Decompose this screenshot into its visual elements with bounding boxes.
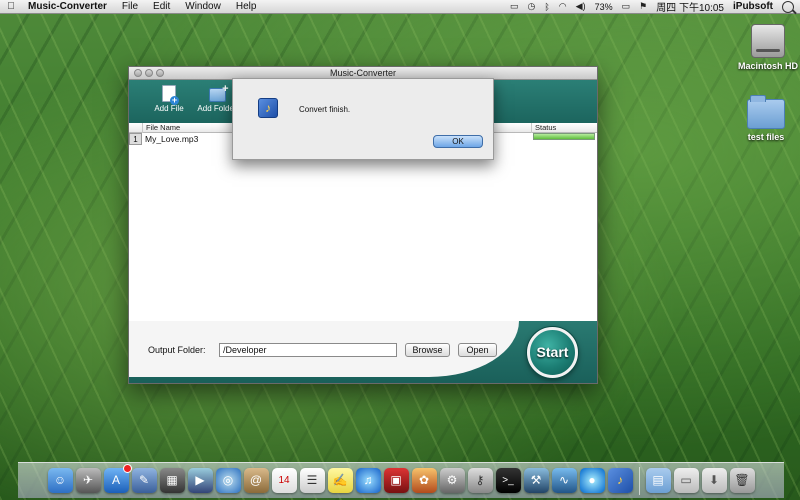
close-button[interactable] xyxy=(134,69,142,77)
add-file-button[interactable]: Add File xyxy=(149,85,189,113)
menu-bar:  Music-Converter File Edit Window Help … xyxy=(0,0,800,14)
add-folder-icon xyxy=(208,83,229,102)
itunes-icon[interactable]: ♫ xyxy=(355,468,381,493)
downloads-stack-icon[interactable]: ⬇ xyxy=(701,468,727,493)
apple-menu-icon[interactable]:  xyxy=(0,1,22,12)
browse-button[interactable]: Browse xyxy=(405,343,450,357)
dock: ☺ ✈ A ✎ ▦ ▶ ◎ @ 14 ☰ ✍ ♫ ▣ ✿ ⚙ ⚷ >_ ⚒ ∿ … xyxy=(18,462,784,498)
output-folder-input[interactable] xyxy=(219,343,397,357)
menu-user[interactable]: iPubsoft xyxy=(733,1,773,12)
add-folder-button[interactable]: Add Folder xyxy=(197,83,237,113)
menu-clock[interactable]: 周四 下午10:05 xyxy=(656,0,724,14)
bluetooth-icon[interactable]: ᛒ xyxy=(544,2,549,12)
reminders-icon[interactable]: ☰ xyxy=(299,468,325,493)
menu-file[interactable]: File xyxy=(116,1,147,12)
desktop-icon-macintosh-hd[interactable]: Macintosh HD xyxy=(733,24,800,71)
open-button[interactable]: Open xyxy=(458,343,497,357)
flag-icon[interactable]: ⚑ xyxy=(639,1,647,12)
display-icon[interactable]: ▭ xyxy=(510,1,519,12)
window-title: Music-Converter xyxy=(329,68,396,78)
activity-monitor-icon[interactable]: ∿ xyxy=(551,468,577,493)
output-panel: Output Folder: Browse Open xyxy=(129,321,519,377)
zoom-button[interactable] xyxy=(156,69,164,77)
hard-drive-icon xyxy=(751,24,785,58)
network-icon[interactable]: ● xyxy=(579,468,605,493)
desktop-icon-label: Macintosh HD xyxy=(737,61,798,71)
dashboard-icon[interactable]: ▦ xyxy=(159,468,185,493)
ok-button[interactable]: OK xyxy=(433,135,483,148)
spotlight-icon[interactable] xyxy=(782,0,794,13)
menu-help[interactable]: Help xyxy=(230,1,266,12)
contacts-icon[interactable]: @ xyxy=(243,468,269,493)
battery-percent[interactable]: 73% xyxy=(595,2,613,12)
system-preferences-icon[interactable]: ⚙ xyxy=(439,468,465,493)
alert-message: Convert finish. xyxy=(299,105,351,114)
notes-icon[interactable]: ✍ xyxy=(327,468,353,493)
output-folder-label: Output Folder: xyxy=(148,345,206,355)
row-file-name: My_Love.mp3 xyxy=(145,134,199,144)
add-folder-label: Add Folder xyxy=(197,104,237,113)
minimize-button[interactable] xyxy=(145,69,153,77)
volume-icon[interactable]: ◀) xyxy=(576,1,586,12)
music-converter-app-icon: ♪ xyxy=(258,98,278,118)
menu-window[interactable]: Window xyxy=(179,1,230,12)
time-machine-icon[interactable]: ◷ xyxy=(528,1,536,12)
finder-icon[interactable]: ☺ xyxy=(47,468,73,493)
photo-booth-icon[interactable]: ▣ xyxy=(383,468,409,493)
safari-icon[interactable]: ◎ xyxy=(215,468,241,493)
convert-finish-alert: ♪ Convert finish. OK xyxy=(232,78,494,160)
desktop-icon-label: test files xyxy=(747,132,785,142)
launchpad-icon[interactable]: ✈ xyxy=(75,468,101,493)
keychain-icon[interactable]: ⚷ xyxy=(467,468,493,493)
trash-icon[interactable]: 🗑 xyxy=(729,468,755,493)
app-store-badge xyxy=(122,464,132,473)
row-progress-fill xyxy=(534,134,594,139)
xcode-icon[interactable]: ⚒ xyxy=(523,468,549,493)
bottom-panel: Output Folder: Browse Open Start xyxy=(129,321,597,383)
add-file-icon xyxy=(162,85,179,105)
applications-folder-icon[interactable]: ▤ xyxy=(645,468,671,493)
folder-icon xyxy=(747,95,785,129)
start-button[interactable]: Start xyxy=(527,327,578,378)
calendar-icon[interactable]: 14 xyxy=(271,468,297,493)
iphoto-icon[interactable]: ✿ xyxy=(411,468,437,493)
column-header-status[interactable]: Status xyxy=(531,123,597,133)
menu-edit[interactable]: Edit xyxy=(147,1,179,12)
row-progress-bar xyxy=(533,133,595,140)
terminal-icon[interactable]: >_ xyxy=(495,468,521,493)
menu-extras: ▭ ◷ ᛒ ◠ ◀) 73% ▭ ⚑ 周四 下午10:05 iPubsoft xyxy=(510,0,800,14)
preview-icon[interactable]: ✎ xyxy=(131,468,157,493)
wifi-icon[interactable]: ◠ xyxy=(559,1,567,12)
add-file-label: Add File xyxy=(154,104,184,113)
battery-icon[interactable]: ▭ xyxy=(622,1,631,12)
window-controls xyxy=(134,69,164,77)
facetime-icon[interactable]: ▶ xyxy=(187,468,213,493)
documents-stack-icon[interactable]: ▭ xyxy=(673,468,699,493)
dock-separator xyxy=(638,466,640,495)
menu-app-name[interactable]: Music-Converter xyxy=(22,1,116,12)
app-store-icon[interactable]: A xyxy=(103,464,132,493)
desktop-icon-test-files[interactable]: test files xyxy=(731,95,800,142)
row-index: 1 xyxy=(129,133,142,145)
music-converter-dock-icon[interactable]: ♪ xyxy=(607,468,633,493)
